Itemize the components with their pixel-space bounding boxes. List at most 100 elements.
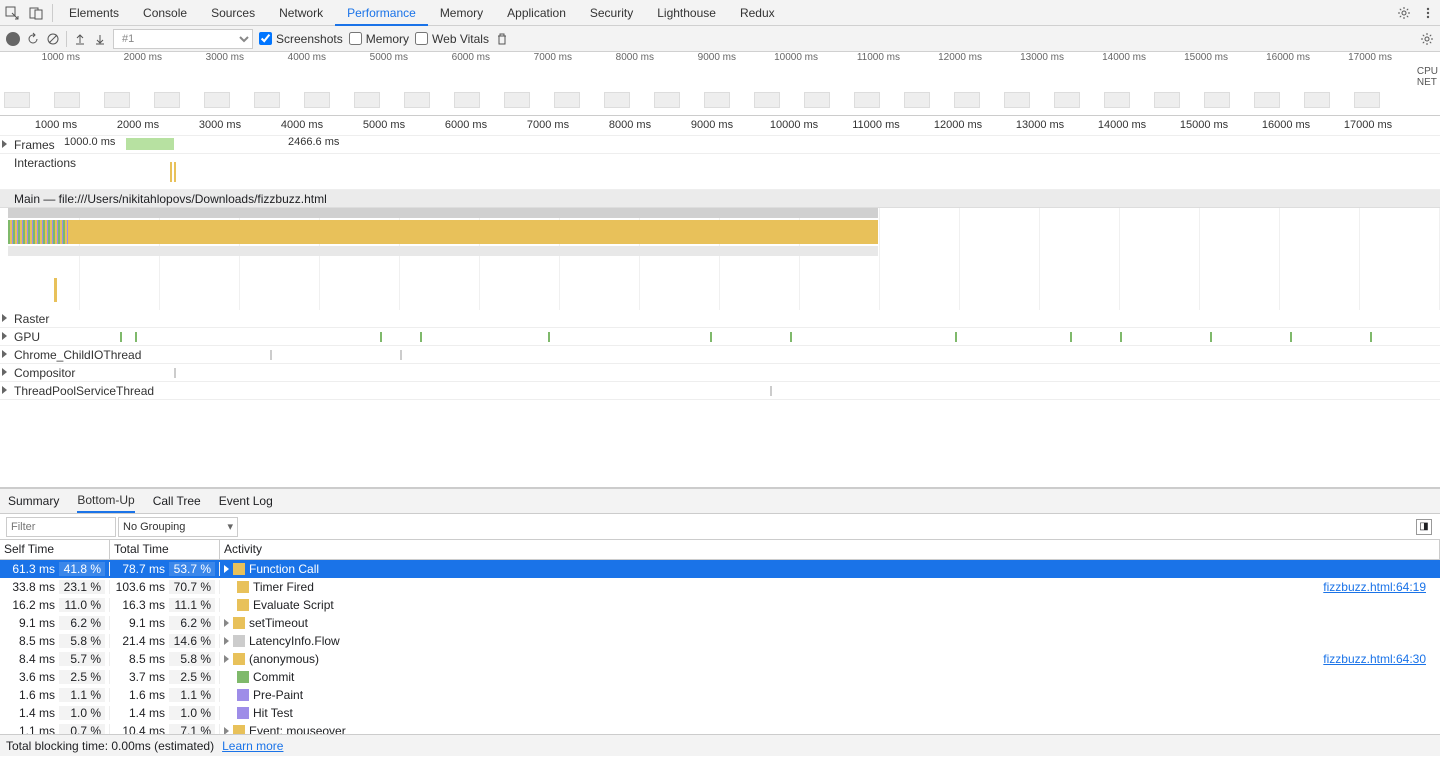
col-self-time[interactable]: Self Time [0, 540, 110, 559]
table-row[interactable]: 16.2 ms11.0 %16.3 ms11.1 %Evaluate Scrip… [0, 596, 1440, 614]
filmstrip-thumb[interactable] [604, 92, 630, 108]
filmstrip-thumb[interactable] [1004, 92, 1030, 108]
table-row[interactable]: 8.4 ms5.7 %8.5 ms5.8 %(anonymous)fizzbuz… [0, 650, 1440, 668]
expand-icon[interactable] [2, 332, 7, 340]
childio-track[interactable]: Chrome_ChildIOThread [0, 346, 1440, 364]
expand-arrow-icon[interactable] [224, 637, 229, 645]
table-row[interactable]: 9.1 ms6.2 %9.1 ms6.2 %setTimeout [0, 614, 1440, 632]
filmstrip-thumb[interactable] [554, 92, 580, 108]
filmstrip-thumb[interactable] [454, 92, 480, 108]
filmstrip-thumb[interactable] [354, 92, 380, 108]
screenshots-checkbox[interactable]: Screenshots [259, 32, 343, 46]
source-link[interactable]: fizzbuzz.html:64:19 [1323, 580, 1426, 594]
memory-checkbox[interactable]: Memory [349, 32, 409, 46]
filmstrip-thumb[interactable] [404, 92, 430, 108]
expand-icon[interactable] [2, 350, 7, 358]
expand-arrow-icon[interactable] [224, 655, 229, 663]
tab-performance[interactable]: Performance [335, 0, 428, 26]
timeline-ruler[interactable]: 1000 ms2000 ms3000 ms4000 ms5000 ms6000 … [0, 116, 1440, 136]
col-total-time[interactable]: Total Time [110, 540, 220, 559]
webvitals-checkbox[interactable]: Web Vitals [415, 32, 489, 46]
inspect-icon[interactable] [0, 1, 24, 25]
main-track-header[interactable]: Main — file:///Users/nikitahlopovs/Downl… [0, 190, 1440, 208]
tab-console[interactable]: Console [131, 0, 199, 26]
expand-arrow-icon[interactable] [224, 727, 229, 734]
table-row[interactable]: 33.8 ms23.1 %103.6 ms70.7 %Timer Firedfi… [0, 578, 1440, 596]
filmstrip-thumb[interactable] [154, 92, 180, 108]
capture-settings-icon[interactable] [1420, 32, 1434, 46]
reload-button[interactable] [26, 32, 40, 46]
tab-redux[interactable]: Redux [728, 0, 787, 26]
tab-elements[interactable]: Elements [57, 0, 131, 26]
main-flame-chart[interactable] [0, 208, 1440, 310]
filmstrip-thumb[interactable] [1304, 92, 1330, 108]
frames-track[interactable]: Frames 1000.0 ms 2466.6 ms [0, 136, 1440, 154]
threadpool-track[interactable]: ThreadPoolServiceThread [0, 382, 1440, 400]
interactions-track[interactable]: Interactions [0, 154, 1440, 190]
gpu-track[interactable]: GPU [0, 328, 1440, 346]
tab-summary[interactable]: Summary [8, 490, 59, 512]
filmstrip-thumb[interactable] [504, 92, 530, 108]
expand-arrow-icon[interactable] [224, 619, 229, 627]
trash-button[interactable] [495, 32, 509, 46]
filmstrip-thumb[interactable] [54, 92, 80, 108]
filmstrip-thumb[interactable] [304, 92, 330, 108]
table-row[interactable]: 61.3 ms41.8 %78.7 ms53.7 %Function Call [0, 560, 1440, 578]
filmstrip-thumb[interactable] [704, 92, 730, 108]
settings-icon[interactable] [1392, 1, 1416, 25]
tab-bottom-up[interactable]: Bottom-Up [77, 489, 134, 513]
source-link[interactable]: fizzbuzz.html:64:30 [1323, 652, 1426, 666]
table-row[interactable]: 1.6 ms1.1 %1.6 ms1.1 %Pre-Paint [0, 686, 1440, 704]
table-row[interactable]: 1.1 ms0.7 %10.4 ms7.1 %Event: mouseover [0, 722, 1440, 734]
filmstrip-thumb[interactable] [904, 92, 930, 108]
table-body[interactable]: 61.3 ms41.8 %78.7 ms53.7 %Function Call3… [0, 560, 1440, 734]
raster-track[interactable]: Raster [0, 310, 1440, 328]
table-row[interactable]: 8.5 ms5.8 %21.4 ms14.6 %LatencyInfo.Flow [0, 632, 1440, 650]
filmstrip-thumb[interactable] [1054, 92, 1080, 108]
table-row[interactable]: 1.4 ms1.0 %1.4 ms1.0 %Hit Test [0, 704, 1440, 722]
expand-icon[interactable] [2, 140, 7, 148]
upload-button[interactable] [73, 32, 87, 46]
expand-icon[interactable] [2, 314, 7, 322]
device-toggle-icon[interactable] [24, 1, 48, 25]
download-button[interactable] [93, 32, 107, 46]
filmstrip-thumb[interactable] [1354, 92, 1380, 108]
clear-button[interactable] [46, 32, 60, 46]
filmstrip-thumb[interactable] [1154, 92, 1180, 108]
tab-event-log[interactable]: Event Log [219, 490, 273, 512]
flame-chart[interactable]: Frames 1000.0 ms 2466.6 ms Interactions … [0, 136, 1440, 400]
filmstrip-thumb[interactable] [104, 92, 130, 108]
filmstrip-thumb[interactable] [954, 92, 980, 108]
filmstrip-thumb[interactable] [4, 92, 30, 108]
overview-panel[interactable]: 1000 ms2000 ms3000 ms4000 ms5000 ms6000 … [0, 52, 1440, 116]
tab-application[interactable]: Application [495, 0, 578, 26]
filmstrip-thumb[interactable] [654, 92, 680, 108]
filmstrip-thumb[interactable] [204, 92, 230, 108]
more-icon[interactable] [1416, 1, 1440, 25]
expand-icon[interactable] [2, 368, 7, 376]
filmstrip-thumb[interactable] [254, 92, 280, 108]
grouping-select[interactable]: No Grouping [118, 517, 238, 537]
tab-sources[interactable]: Sources [199, 0, 267, 26]
expand-icon[interactable] [2, 386, 7, 394]
filter-input[interactable] [6, 517, 116, 537]
tab-lighthouse[interactable]: Lighthouse [645, 0, 728, 26]
profile-select[interactable]: #1 [113, 29, 253, 49]
filmstrip-thumb[interactable] [754, 92, 780, 108]
filmstrip-thumb[interactable] [1104, 92, 1130, 108]
tab-network[interactable]: Network [267, 0, 335, 26]
tab-call-tree[interactable]: Call Tree [153, 490, 201, 512]
table-row[interactable]: 3.6 ms2.5 %3.7 ms2.5 %Commit [0, 668, 1440, 686]
compositor-track[interactable]: Compositor [0, 364, 1440, 382]
col-activity[interactable]: Activity [220, 540, 1440, 559]
filmstrip-thumb[interactable] [854, 92, 880, 108]
filmstrip-thumb[interactable] [804, 92, 830, 108]
filmstrip-thumb[interactable] [1254, 92, 1280, 108]
record-button[interactable] [6, 32, 20, 46]
expand-arrow-icon[interactable] [224, 565, 229, 573]
tab-memory[interactable]: Memory [428, 0, 495, 26]
tab-security[interactable]: Security [578, 0, 645, 26]
expand-panel-icon[interactable]: ◨ [1416, 519, 1432, 535]
learn-more-link[interactable]: Learn more [222, 739, 283, 753]
filmstrip-thumb[interactable] [1204, 92, 1230, 108]
